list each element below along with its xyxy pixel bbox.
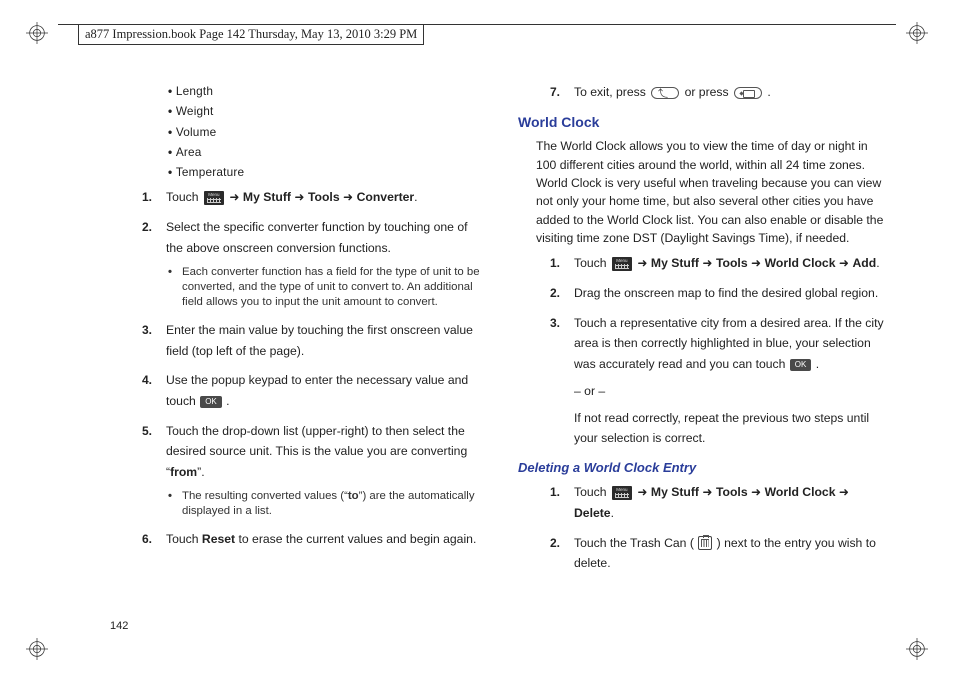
step-6: 6. Touch Reset to erase the current valu… xyxy=(142,529,482,550)
world-clock-steps: 1. Touch ➜ My Stuff ➜ Tools ➜ World Cloc… xyxy=(550,253,890,449)
exit-step: 7. To exit, press or press . xyxy=(550,82,890,103)
world-clock-intro: The World Clock allows you to view the t… xyxy=(536,137,890,247)
converter-type-list: Length Weight Volume Area Temperature xyxy=(168,82,482,181)
list-item: Area xyxy=(168,143,482,161)
del-step-1: 1. Touch ➜ My Stuff ➜ Tools ➜ World Cloc… xyxy=(550,482,890,523)
step-4: 4. Use the popup keypad to enter the nec… xyxy=(142,370,482,411)
step-1: 1. Touch ➜ My Stuff ➜ Tools ➜ Converter. xyxy=(142,187,482,208)
list-item: Volume xyxy=(168,123,482,141)
wc-step-3: 3. Touch a representative city from a de… xyxy=(550,313,890,449)
menu-icon xyxy=(612,486,632,500)
list-item: Weight xyxy=(168,102,482,120)
delete-world-clock-steps: 1. Touch ➜ My Stuff ➜ Tools ➜ World Cloc… xyxy=(550,482,890,574)
list-item: Temperature xyxy=(168,163,482,181)
step-3: 3. Enter the main value by touching the … xyxy=(142,320,482,361)
ok-button-icon: OK xyxy=(200,396,222,408)
list-item: Length xyxy=(168,82,482,100)
crop-mark-bl xyxy=(26,638,48,660)
left-column: Length Weight Volume Area Temperature 1.… xyxy=(110,82,482,632)
step-7: 7. To exit, press or press . xyxy=(550,82,890,103)
heading-delete-world-clock: Deleting a World Clock Entry xyxy=(518,458,890,478)
back-key-icon xyxy=(651,87,679,99)
del-step-2: 2. Touch the Trash Can ( ) next to the e… xyxy=(550,533,890,574)
crop-mark-tr xyxy=(906,22,928,44)
end-key-icon xyxy=(734,87,762,99)
crop-mark-br xyxy=(906,638,928,660)
heading-world-clock: World Clock xyxy=(518,112,890,134)
or-divider: – or – xyxy=(574,381,890,402)
right-column: 7. To exit, press or press . World Clock… xyxy=(518,82,890,632)
converter-steps: 1. Touch ➜ My Stuff ➜ Tools ➜ Converter.… xyxy=(142,187,482,549)
ok-button-icon: OK xyxy=(790,359,812,371)
trash-icon xyxy=(698,536,712,550)
wc-step-3-alt: If not read correctly, repeat the previo… xyxy=(574,408,890,449)
menu-icon xyxy=(204,191,224,205)
crop-mark-tl xyxy=(26,22,48,44)
header-filename: a877 Impression.book Page 142 Thursday, … xyxy=(78,24,424,45)
wc-step-1: 1. Touch ➜ My Stuff ➜ Tools ➜ World Cloc… xyxy=(550,253,890,274)
step-5: 5. Touch the drop-down list (upper-right… xyxy=(142,421,482,520)
sub-note: The resulting converted values (“to”) ar… xyxy=(168,489,482,520)
page-number: 142 xyxy=(110,620,128,632)
sub-note: Each converter function has a field for … xyxy=(168,265,482,311)
wc-step-2: 2. Drag the onscreen map to find the des… xyxy=(550,283,890,304)
step-2: 2. Select the specific converter functio… xyxy=(142,217,482,311)
menu-icon xyxy=(612,257,632,271)
